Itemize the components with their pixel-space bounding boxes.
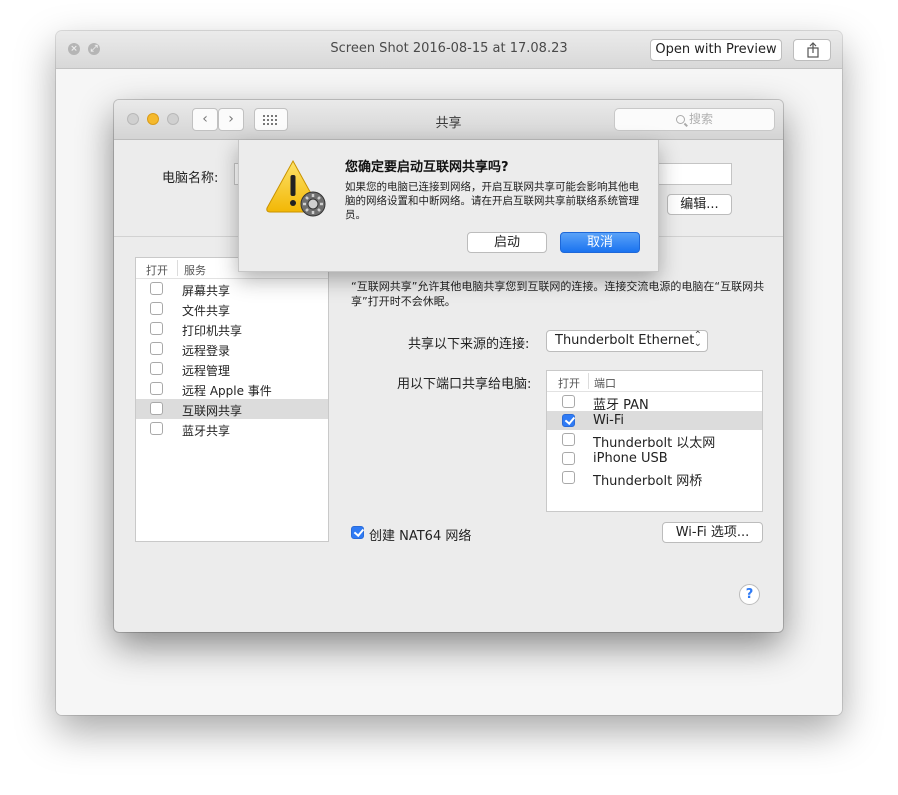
- port-row[interactable]: iPhone USB: [547, 449, 762, 468]
- search-placeholder: 搜索: [688, 112, 713, 126]
- column-header-service[interactable]: 服务: [184, 262, 206, 278]
- alert-message: 如果您的电脑已连接到网络，开启互联网共享可能会影响其他电脑的网络设置和中断网络。…: [345, 181, 639, 221]
- share-icon: [807, 42, 819, 58]
- service-row-selected[interactable]: 互联网共享: [136, 399, 328, 419]
- share-from-popup[interactable]: Thunderbolt Ethernet ⌃ ⌄: [546, 330, 708, 352]
- open-with-preview-button[interactable]: Open with Preview: [650, 39, 782, 61]
- column-divider: [588, 373, 589, 389]
- port-checkbox[interactable]: [562, 452, 575, 465]
- service-checkbox[interactable]: [150, 302, 163, 315]
- service-checkbox[interactable]: [150, 382, 163, 395]
- service-checkbox[interactable]: [150, 402, 163, 415]
- prefs-titlebar: ‹ › 共享 搜索: [114, 100, 783, 140]
- share-from-label: 共享以下来源的连接:: [408, 337, 530, 352]
- service-label: 远程 Apple 事件: [182, 384, 272, 398]
- service-label: 远程登录: [182, 344, 231, 358]
- service-row[interactable]: 屏幕共享: [136, 279, 328, 299]
- services-list: 打开 服务 屏幕共享 文件共享 打印机共享 远程登录 远程管理 远程 Apple…: [135, 257, 329, 542]
- service-checkbox[interactable]: [150, 282, 163, 295]
- service-row[interactable]: 远程管理: [136, 359, 328, 379]
- port-row[interactable]: 蓝牙 PAN: [547, 392, 762, 413]
- service-label: 打印机共享: [182, 324, 243, 338]
- service-checkbox[interactable]: [150, 322, 163, 335]
- column-divider: [177, 260, 178, 276]
- port-row-selected[interactable]: Wi-Fi: [547, 411, 762, 430]
- wifi-options-button[interactable]: Wi-Fi 选项...: [662, 522, 763, 543]
- edit-button[interactable]: 编辑...: [667, 194, 732, 215]
- alert-sheet: 您确定要启动互联网共享吗? 如果您的电脑已连接到网络，开启互联网共享可能会影响其…: [238, 140, 659, 272]
- search-icon: [675, 115, 685, 124]
- port-row[interactable]: Thunderbolt 以太网: [547, 430, 762, 451]
- service-label: 远程管理: [182, 364, 231, 378]
- warning-icon: [266, 159, 326, 217]
- service-description: “互联网共享”允许其他电脑共享您到互联网的连接。连接交流电源的电脑在“互联网共享…: [351, 280, 765, 308]
- help-button[interactable]: ?: [739, 584, 760, 605]
- computer-name-label: 电脑名称:: [162, 171, 219, 186]
- service-row[interactable]: 文件共享: [136, 299, 328, 319]
- port-row[interactable]: Thunderbolt 网桥: [547, 468, 762, 489]
- share-button[interactable]: [793, 39, 831, 61]
- alert-title: 您确定要启动互联网共享吗?: [345, 160, 509, 175]
- port-label: iPhone USB: [593, 451, 668, 466]
- service-checkbox[interactable]: [150, 362, 163, 375]
- cancel-button[interactable]: 取消: [560, 232, 640, 253]
- nat64-label: 创建 NAT64 网络: [369, 529, 472, 544]
- port-label: Wi-Fi: [593, 413, 625, 428]
- ports-list: 打开 端口 蓝牙 PAN Wi-Fi Thunderbolt 以太网 iPhon…: [546, 370, 763, 512]
- nat64-checkbox[interactable]: [351, 526, 364, 539]
- port-checkbox[interactable]: [562, 471, 575, 484]
- column-header-port[interactable]: 端口: [594, 375, 616, 391]
- service-row[interactable]: 远程登录: [136, 339, 328, 359]
- port-checkbox-checked[interactable]: [562, 414, 575, 427]
- share-to-label: 用以下端口共享给电脑:: [397, 377, 532, 392]
- service-row[interactable]: 蓝牙共享: [136, 419, 328, 439]
- start-button[interactable]: 启动: [467, 232, 547, 253]
- service-label: 屏幕共享: [182, 284, 231, 298]
- quicklook-titlebar: × ⤢ Screen Shot 2016-08-15 at 17.08.23 O…: [56, 31, 842, 69]
- share-from-value: Thunderbolt Ethernet: [555, 333, 695, 348]
- ports-list-header: 打开 端口: [547, 371, 762, 392]
- service-checkbox[interactable]: [150, 422, 163, 435]
- column-header-open[interactable]: 打开: [558, 375, 580, 391]
- column-header-open[interactable]: 打开: [146, 262, 168, 278]
- service-checkbox[interactable]: [150, 342, 163, 355]
- updown-chevron-icon: ⌃ ⌄: [693, 330, 702, 349]
- port-label: Thunderbolt 网桥: [593, 474, 703, 489]
- service-label: 蓝牙共享: [182, 424, 231, 438]
- port-checkbox[interactable]: [562, 433, 575, 446]
- port-checkbox[interactable]: [562, 395, 575, 408]
- service-row[interactable]: 打印机共享: [136, 319, 328, 339]
- search-field[interactable]: 搜索: [614, 108, 775, 131]
- service-label: 文件共享: [182, 304, 231, 318]
- service-row[interactable]: 远程 Apple 事件: [136, 379, 328, 399]
- service-label: 互联网共享: [182, 404, 243, 418]
